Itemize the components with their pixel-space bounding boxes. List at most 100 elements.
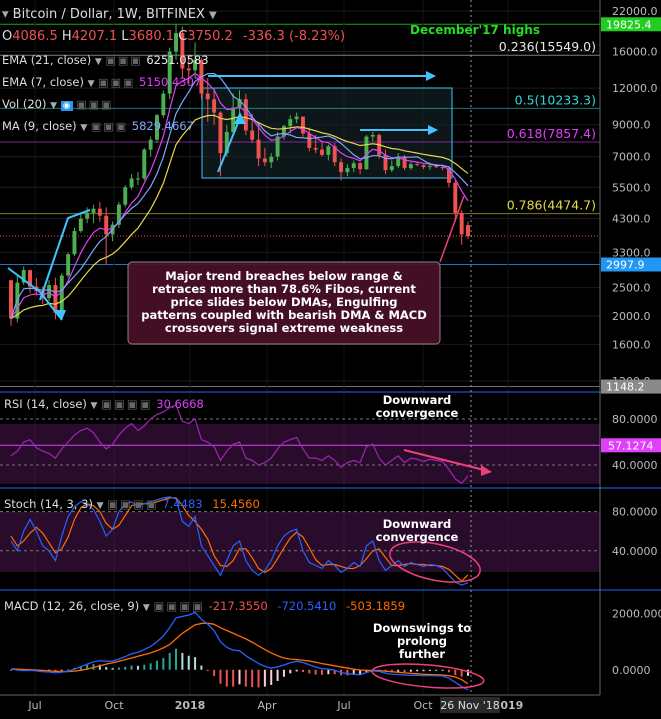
macd-hist-value: -217.3550 xyxy=(208,599,268,613)
candle-body xyxy=(78,218,83,232)
macd-histogram-bar xyxy=(403,669,406,672)
candle-body xyxy=(358,163,363,170)
macd-histogram-bar xyxy=(263,669,266,687)
price-tag-label: 19825.4 xyxy=(606,18,652,31)
stoch-tick-label: 80.0000 xyxy=(612,506,658,519)
y-tick-label: 4300.0 xyxy=(612,213,651,226)
change-value: -336.3 (-8.23%) xyxy=(242,29,346,44)
settings-icons[interactable]: ▣▣▣▣ xyxy=(153,599,204,613)
indicator-vol[interactable]: Vol (20) ▼ ◉ ▣▣▣ xyxy=(2,94,209,116)
macd-histogram-bar xyxy=(149,663,152,670)
candle-body xyxy=(85,212,90,219)
rsi-value: 30.6668 xyxy=(156,397,204,411)
candle-body xyxy=(47,285,52,299)
collapse-icon[interactable]: ▾ xyxy=(2,7,9,22)
macd-histogram-bar xyxy=(187,655,190,670)
ohlc-close-label: C xyxy=(178,29,188,44)
ohlc-low-value: 3680.1 xyxy=(128,29,175,44)
rsi-legend[interactable]: RSI (14, close) ▼ ▣▣▣▣ 30.6668 xyxy=(4,397,204,411)
candle-body xyxy=(135,178,140,180)
note-line: prolong further xyxy=(396,634,448,661)
stoch-legend[interactable]: Stoch (14, 3, 3) ▼ ▣▣▣▣ 7.4483 15.4560 xyxy=(4,497,260,511)
chevron-down-icon[interactable]: ▼ xyxy=(80,123,87,133)
macd-histogram-bar xyxy=(162,657,165,670)
chevron-down-icon[interactable]: ▼ xyxy=(91,401,98,411)
indicator-ma9[interactable]: MA (9, close) ▼ ▣▣▣ 5829.4667 xyxy=(2,116,209,138)
macd-histogram-bar xyxy=(238,669,241,685)
indicator-legend: EMA (21, close) ▼ ▣▣▣ 6251.0583 EMA (7, … xyxy=(2,50,209,138)
macd-line-value: -720.5410 xyxy=(277,599,337,613)
candle-body xyxy=(440,167,445,169)
fib-label: 0.236(15549.0) xyxy=(499,39,596,54)
macd-histogram-bar xyxy=(467,669,469,676)
candle-body xyxy=(212,99,217,113)
crosshair-date-label: 26 Nov '18 xyxy=(440,699,499,712)
ohlc-row: O4086.5 H4207.1 L3680.1 C3750.2 -336.3 (… xyxy=(2,29,345,44)
settings-icons[interactable]: ▣▣▣▣ xyxy=(101,397,152,411)
settings-icons[interactable]: ▣▣▣ xyxy=(98,76,135,89)
y-tick-label: 2000.0 xyxy=(612,310,651,323)
macd-histogram-bar xyxy=(175,648,178,670)
macd-histogram-bar xyxy=(257,669,260,688)
price-tag-label: 1148.2 xyxy=(606,381,645,394)
symbol-title[interactable]: Bitcoin / Dollar, 1W, BITFINEX xyxy=(13,7,205,22)
macd-legend[interactable]: MACD (12, 26, close, 9) ▼ ▣▣▣▣ -217.3550… xyxy=(4,599,405,613)
stoch-tick-label: 40.0000 xyxy=(612,545,658,558)
candle-body xyxy=(104,215,109,235)
settings-icons[interactable]: ▣▣▣ xyxy=(105,54,142,67)
candle-body xyxy=(320,149,324,155)
indicator-value: 5829.4667 xyxy=(131,119,194,133)
indicator-ema21[interactable]: EMA (21, close) ▼ ▣▣▣ 6251.0583 xyxy=(2,50,209,72)
chevron-down-icon[interactable]: ▼ xyxy=(95,57,102,67)
chevron-down-icon[interactable]: ▼ xyxy=(209,10,217,21)
macd-signal-value: -503.1859 xyxy=(345,599,406,613)
ohlc-high-value: 4207.1 xyxy=(71,29,118,44)
candle-body xyxy=(351,163,356,169)
ohlc-open-label: O xyxy=(2,29,13,44)
indicator-label: EMA (7, close) xyxy=(2,75,84,89)
candle-body xyxy=(59,275,64,313)
chevron-down-icon[interactable]: ▼ xyxy=(88,79,95,89)
stoch-d-value: 15.4560 xyxy=(212,497,260,511)
macd-histogram-bar xyxy=(308,669,311,674)
macd-histogram-bar xyxy=(232,669,235,687)
settings-icons[interactable]: ▣▣▣▣ xyxy=(107,497,158,511)
macd-tick-label: 0.0000 xyxy=(612,664,651,677)
settings-icons[interactable]: ▣▣▣ xyxy=(91,120,128,133)
indicator-ema7[interactable]: EMA (7, close) ▼ ▣▣▣ 5150.4307 xyxy=(2,72,209,94)
chevron-down-icon[interactable]: ▼ xyxy=(50,101,57,111)
macd-histogram-bar xyxy=(447,669,450,673)
chevron-down-icon[interactable]: ▼ xyxy=(143,603,150,613)
indicator-label: EMA (21, close) xyxy=(2,53,92,67)
macd-histogram-bar xyxy=(441,669,444,671)
candle-body xyxy=(97,208,102,216)
candle-body xyxy=(294,116,299,120)
candle-body xyxy=(402,156,407,169)
candle-body xyxy=(123,187,128,205)
candle-body xyxy=(339,162,344,173)
macd-histogram-bar xyxy=(301,669,304,672)
x-tick-label: 2018 xyxy=(175,699,206,712)
stoch-note: Downward convergence xyxy=(372,518,462,544)
macd-histogram-bar xyxy=(295,669,298,672)
candle-body xyxy=(370,135,375,137)
candle-body xyxy=(421,165,426,168)
settings-icons[interactable]: ▣▣▣ xyxy=(76,98,113,111)
y-tick-label: 2500.0 xyxy=(612,282,651,295)
candle-body xyxy=(269,156,274,163)
macd-histogram-bar xyxy=(143,664,146,670)
rsi-title: RSI (14, close) xyxy=(4,397,87,411)
macd-histogram-bar xyxy=(181,652,184,670)
macd-histogram-bar xyxy=(111,668,114,670)
eye-icon[interactable]: ◉ xyxy=(60,101,73,111)
macd-histogram-bar xyxy=(136,665,139,670)
macd-histogram-bar xyxy=(117,667,120,670)
chevron-down-icon[interactable]: ▼ xyxy=(97,501,104,511)
macd-histogram-bar xyxy=(206,669,209,671)
x-tick-label: Jul xyxy=(27,699,41,712)
candle-body xyxy=(408,164,413,169)
macd-histogram-bar xyxy=(428,669,431,671)
macd-histogram-bar xyxy=(276,669,279,681)
macd-histogram-bar xyxy=(282,669,285,677)
candle-body xyxy=(301,116,305,134)
